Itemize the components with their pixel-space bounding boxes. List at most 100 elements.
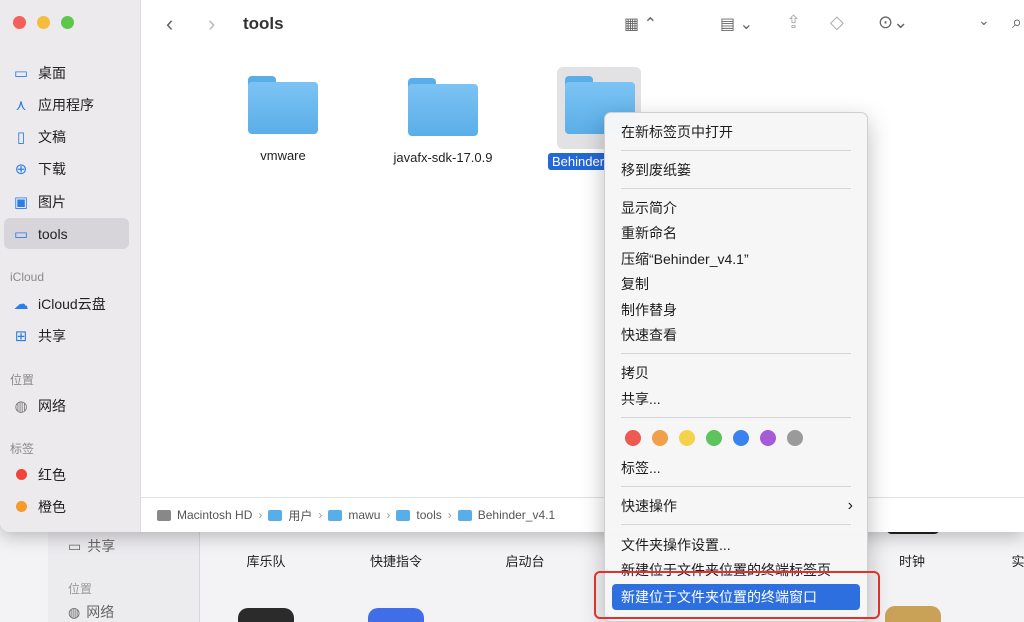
group-icon[interactable]: ▤ ⌄: [720, 14, 753, 34]
dock-label-partial: 实: [1011, 554, 1024, 569]
dock-label-launchpad: 启动台: [505, 554, 545, 569]
dock-label-shortcuts: 快捷指令: [369, 554, 423, 569]
context-menu: 在新标签页中打开 移到废纸篓 显示简介 重新命名 压缩“Behinder_v4.…: [604, 112, 868, 622]
sidebar-item-shared[interactable]: ⊞ 共享: [4, 320, 129, 351]
menu-separator: [621, 188, 851, 189]
menu-get-info[interactable]: 显示简介: [621, 197, 677, 219]
sidebar-item-icloud-drive[interactable]: ☁ iCloud云盘: [4, 288, 129, 319]
menu-separator: [621, 417, 851, 418]
path-bar: Macintosh HD › 用户 › mawu › tools › Behinder_…: [141, 497, 1024, 532]
sidebar-section-tags: 标签: [10, 442, 35, 456]
shared-icon: ▭: [68, 537, 82, 554]
menu-tags[interactable]: 标签...: [621, 457, 661, 479]
hard-drive-icon: [157, 509, 171, 521]
menu-separator: [621, 353, 851, 354]
chevron-down-icon[interactable]: ⌄: [978, 12, 990, 29]
sidebar-item-desktop[interactable]: ▭ 桌面: [4, 57, 129, 88]
close-window-button[interactable]: [13, 16, 26, 29]
zoom-window-button[interactable]: [61, 16, 74, 29]
folder-icon: [396, 509, 411, 521]
downloads-icon: ⊕: [14, 160, 28, 178]
red-tag-dot: [16, 469, 27, 480]
forward-chevron-icon[interactable]: ›: [208, 11, 215, 37]
menu-move-to-trash[interactable]: 移到废纸篓: [621, 159, 691, 181]
menu-open-in-new-tab[interactable]: 在新标签页中打开: [621, 121, 733, 143]
folder-icon: [248, 76, 318, 134]
share-icon[interactable]: ⇪: [786, 12, 801, 33]
sidebar-item-documents[interactable]: ▯ 文稿: [4, 121, 129, 152]
menu-copy[interactable]: 拷贝: [621, 362, 649, 384]
dock-label-clock: 时钟: [898, 554, 926, 569]
view-grid-icon[interactable]: ▦ ⌃: [624, 14, 657, 34]
shared-icon: ⊞: [14, 327, 28, 345]
menu-quick-look[interactable]: 快速查看: [621, 324, 677, 346]
menu-make-alias[interactable]: 制作替身: [621, 299, 677, 321]
search-icon[interactable]: ⌕: [1012, 12, 1022, 33]
network-icon: ◍: [14, 397, 28, 415]
orange-tag-dot: [16, 501, 27, 512]
app-icon[interactable]: [238, 608, 294, 622]
sidebar-item-pictures[interactable]: ▣ 图片: [4, 186, 129, 217]
desktop-icon: ▭: [13, 64, 29, 82]
tag-color-yellow[interactable]: [679, 430, 695, 446]
path-item[interactable]: Macintosh HD: [177, 508, 252, 522]
folder-icon: ▭: [13, 225, 29, 243]
path-item[interactable]: mawu: [348, 508, 380, 522]
menu-duplicate[interactable]: 复制: [621, 273, 649, 295]
folder-behinder-label[interactable]: Behinder: [548, 153, 609, 170]
finder-window: ▭ 桌面 ⋏ 应用程序 ▯ 文稿 ⊕ 下载 ▣ 图片 ▭ tools iCloud ☁ iCl…: [0, 0, 1024, 532]
tag-color-gray[interactable]: [787, 430, 803, 446]
menu-separator: [621, 524, 851, 525]
tag-color-purple[interactable]: [760, 430, 776, 446]
bg-sidebar-location-head: 位置: [68, 582, 93, 596]
path-item[interactable]: Behinder_v4.1: [478, 508, 555, 522]
folder-icon: [457, 509, 472, 521]
menu-folder-actions-setup[interactable]: 文件夹操作设置...: [621, 534, 731, 556]
tag-color-red[interactable]: [625, 430, 641, 446]
path-item[interactable]: tools: [416, 508, 441, 522]
applications-icon: ⋏: [15, 96, 27, 114]
background-finder-sidebar: ▭ 共享 位置 ◍ 网络: [48, 530, 200, 622]
folder-icon: [268, 509, 283, 521]
window-title: tools: [243, 14, 284, 33]
sidebar-item-downloads[interactable]: ⊕ 下载: [4, 153, 129, 184]
annotation-highlight-box: [594, 571, 880, 619]
sidebar-item-network[interactable]: ◍ 网络: [4, 390, 129, 421]
network-icon: ◍: [68, 603, 81, 620]
sidebar-item-tools[interactable]: ▭ tools: [4, 218, 129, 249]
folder-icon: [408, 78, 478, 136]
tag-color-blue[interactable]: [733, 430, 749, 446]
app-icon[interactable]: [368, 608, 424, 622]
menu-separator: [621, 486, 851, 487]
folder-javafx[interactable]: javafx-sdk-17.0.9: [388, 78, 498, 165]
path-item[interactable]: 用户: [288, 507, 312, 524]
sidebar-item-applications[interactable]: ⋏ 应用程序: [4, 89, 129, 120]
back-chevron-icon[interactable]: ‹: [166, 11, 173, 37]
dock-label-garageband: 库乐队: [246, 554, 286, 569]
tag-color-row: [625, 430, 803, 446]
menu-rename[interactable]: 重新命名: [621, 222, 677, 244]
minimize-window-button[interactable]: [37, 16, 50, 29]
menu-separator: [621, 150, 851, 151]
home-folder-icon: [328, 509, 343, 521]
sidebar: ▭ 桌面 ⋏ 应用程序 ▯ 文稿 ⊕ 下载 ▣ 图片 ▭ tools iCloud ☁ iCl…: [0, 0, 141, 532]
bg-sidebar-network: ◍ 网络: [68, 603, 115, 621]
sidebar-item-tag-red[interactable]: 红色: [4, 459, 129, 490]
sidebar-section-icloud: iCloud: [10, 270, 45, 284]
tag-color-orange[interactable]: [652, 430, 668, 446]
cloud-icon: ☁: [13, 295, 29, 313]
menu-compress[interactable]: 压缩“Behinder_v4.1”: [621, 248, 749, 270]
sidebar-section-location: 位置: [10, 373, 35, 387]
tag-color-green[interactable]: [706, 430, 722, 446]
pictures-icon: ▣: [13, 193, 29, 211]
menu-quick-actions[interactable]: 快速操作: [621, 495, 677, 517]
app-icon[interactable]: [885, 606, 941, 622]
more-actions-icon[interactable]: ⊙⌄: [878, 12, 908, 33]
sidebar-item-tag-orange[interactable]: 橙色: [4, 491, 129, 522]
menu-share[interactable]: 共享...: [621, 388, 661, 410]
documents-icon: ▯: [16, 128, 26, 146]
folder-vmware[interactable]: vmware: [243, 76, 323, 163]
chevron-right-icon: ›: [847, 497, 853, 514]
bg-sidebar-share: ▭ 共享: [68, 537, 116, 555]
tag-icon[interactable]: ◇: [830, 12, 844, 33]
